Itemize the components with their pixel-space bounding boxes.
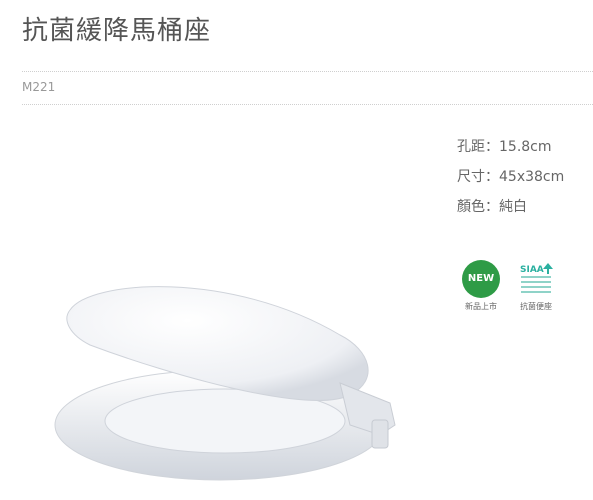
model-number: M221 bbox=[22, 80, 56, 94]
spec-hole-distance: 孔距：15.8cm bbox=[457, 139, 552, 155]
toilet-seat-image bbox=[54, 286, 396, 481]
new-badge-caption: 新品上市 bbox=[465, 302, 497, 311]
spec-size: 尺寸：45x38cm bbox=[457, 169, 565, 185]
siaa-mark-icon: SIAA bbox=[520, 263, 553, 293]
spec-color: 顏色：純白 bbox=[457, 199, 527, 215]
divider-top bbox=[22, 71, 593, 72]
badge-group: NEW 新品上市 SIAA 抗菌便座 bbox=[462, 260, 572, 320]
divider-bottom bbox=[22, 104, 593, 105]
siaa-mark-text: SIAA bbox=[520, 265, 544, 275]
product-title: 抗菌緩降馬桶座 bbox=[22, 16, 212, 46]
siaa-caption: 抗菌便座 bbox=[520, 302, 552, 311]
spec-list: 孔距：15.8cm 尺寸：45x38cm 顏色：純白 bbox=[457, 132, 564, 222]
new-badge-icon: NEW bbox=[462, 260, 500, 298]
